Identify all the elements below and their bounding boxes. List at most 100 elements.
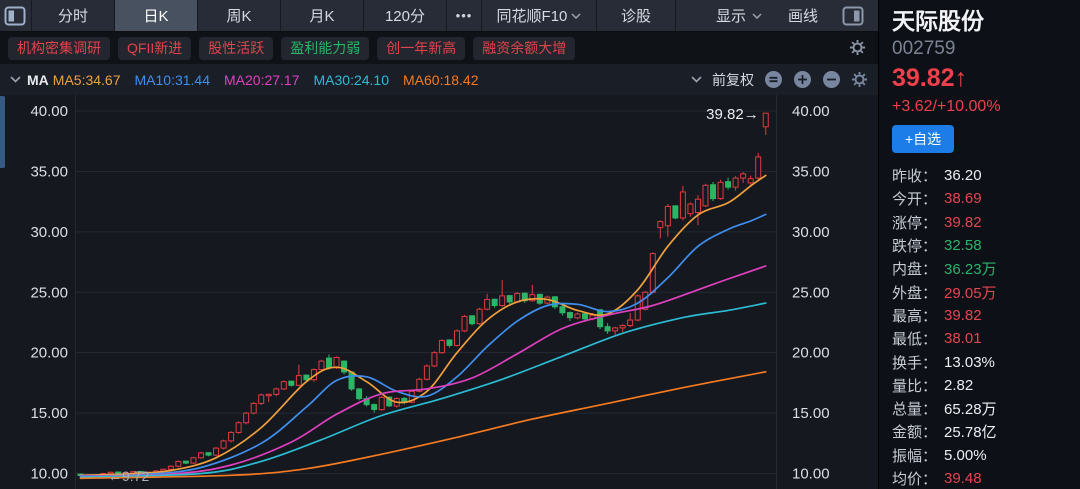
ma5-line bbox=[81, 175, 766, 475]
add-watchlist-button[interactable]: +自选 bbox=[892, 125, 954, 153]
tab-weekly-k[interactable]: 周K bbox=[197, 0, 280, 31]
stat-label: 涨停： bbox=[892, 212, 944, 233]
y-tick-left: 25.00 bbox=[30, 284, 68, 301]
stat-label: 外盘： bbox=[892, 282, 944, 303]
stat-zuigao: 最高：39.82 bbox=[892, 304, 1072, 327]
stat-label: 跌停： bbox=[892, 235, 944, 256]
kline-svg[interactable]: 40.0040.0035.0035.0030.0030.0025.0025.00… bbox=[0, 95, 878, 489]
indicator-row-right: 前复权 bbox=[691, 70, 868, 90]
stat-label: 最高： bbox=[892, 305, 944, 326]
ma30-legend: MA30:24.10 bbox=[314, 72, 390, 88]
tags-gear-icon[interactable] bbox=[849, 39, 866, 61]
stat-value: 5.00% bbox=[944, 447, 987, 464]
tab-minute[interactable]: 分时 bbox=[31, 0, 114, 31]
stat-junjia: 均价：39.48 bbox=[892, 467, 1072, 489]
stat-value: 39.82 bbox=[944, 307, 982, 324]
tab-more[interactable]: ••• bbox=[446, 0, 481, 31]
tab-daily-k[interactable]: 日K bbox=[114, 0, 197, 31]
y-tick-left: 20.00 bbox=[30, 345, 68, 362]
toolbar-display[interactable]: 显示 bbox=[716, 5, 762, 26]
toolbar-link-label: 画线 bbox=[788, 5, 818, 26]
tag-one-year-high[interactable]: 创一年新高 bbox=[377, 37, 465, 60]
zoom-in-circle-icon[interactable] bbox=[793, 70, 812, 89]
tab-monthly-k[interactable]: 月K bbox=[280, 0, 363, 31]
left-edge-accent bbox=[0, 96, 5, 168]
stat-label: 最低： bbox=[892, 328, 944, 349]
stat-label: 换手： bbox=[892, 352, 944, 373]
adjust-mode-dropdown[interactable]: 前复权 bbox=[712, 70, 754, 90]
stat-value: 32.58 bbox=[944, 237, 982, 254]
y-tick-left: 40.00 bbox=[30, 103, 68, 120]
tag-weak-profit[interactable]: 盈利能力弱 bbox=[281, 37, 369, 60]
stat-value: 38.01 bbox=[944, 330, 982, 347]
stat-zuoshou: 昨收：36.20 bbox=[892, 164, 1072, 187]
stat-label: 振幅： bbox=[892, 445, 944, 466]
stat-value: 39.48 bbox=[944, 470, 982, 487]
toolbar-right-group: 显示 画线 bbox=[675, 0, 878, 31]
tab-diagnose[interactable]: 诊股 bbox=[596, 0, 675, 31]
tag-institution-survey[interactable]: 机构密集调研 bbox=[8, 37, 110, 60]
tab-label: 日K bbox=[143, 5, 168, 26]
stock-code: 002759 bbox=[892, 36, 1080, 62]
tab-120min[interactable]: 120分 bbox=[363, 0, 446, 31]
stat-zhangting: 涨停：39.82 bbox=[892, 211, 1072, 234]
stat-waipan: 外盘：29.05万 bbox=[892, 280, 1072, 303]
stat-label: 均价： bbox=[892, 468, 944, 489]
y-tick-left: 10.00 bbox=[30, 466, 68, 483]
y-tick-right: 40.00 bbox=[792, 103, 830, 120]
toolbar-link-label: 显示 bbox=[716, 5, 746, 26]
toolbar-draw-line[interactable]: 画线 bbox=[788, 5, 818, 26]
zoom-out-circle-icon[interactable] bbox=[822, 70, 841, 89]
candlestick-chart[interactable]: 40.0040.0035.0035.0030.0030.0025.0025.00… bbox=[0, 95, 878, 489]
stat-value: 36.23万 bbox=[944, 258, 997, 279]
settings-gear-icon[interactable] bbox=[851, 71, 868, 88]
period-tabs: 分时 日K 周K月K120分 ••• 同花顺F10 诊股 bbox=[31, 0, 675, 31]
stat-zuidi: 最低：38.01 bbox=[892, 327, 1072, 350]
quote-panel: 天际股份 002759 39.82↑ +3.62/+10.00% +自选 昨收：… bbox=[878, 0, 1080, 489]
stat-value: 29.05万 bbox=[944, 282, 997, 303]
stat-value: 38.69 bbox=[944, 190, 982, 207]
panel-right-icon[interactable] bbox=[840, 6, 866, 26]
toolbar-links: 显示 画线 bbox=[716, 5, 818, 26]
low-price-annotation: ←9.72 bbox=[108, 468, 149, 484]
y-tick-right: 35.00 bbox=[792, 163, 830, 180]
chevron-down-icon[interactable] bbox=[10, 76, 21, 83]
tab-label: ••• bbox=[456, 8, 473, 23]
stock-name: 天际股份 bbox=[892, 6, 1080, 36]
up-arrow-icon: ↑ bbox=[955, 64, 968, 92]
y-tick-left: 35.00 bbox=[30, 163, 68, 180]
tab-label: 同花顺F10 bbox=[497, 5, 568, 26]
ma-title: MA bbox=[27, 72, 49, 88]
panel-left-icon[interactable] bbox=[0, 0, 31, 31]
tag-margin-balance-up[interactable]: 融资余额大增 bbox=[473, 37, 575, 60]
quote-stats-list: 昨收：36.20今开：38.69涨停：39.82跌停：32.58内盘：36.23… bbox=[892, 164, 1072, 489]
y-tick-right: 15.00 bbox=[792, 405, 830, 422]
stat-value: 65.28万 bbox=[944, 398, 997, 419]
stat-value: 36.20 bbox=[944, 167, 982, 184]
tag-active-stock[interactable]: 股性活跃 bbox=[199, 37, 273, 60]
stat-label: 金额： bbox=[892, 421, 944, 442]
indicator-row: MA MA5:34.67MA10:31.44MA20:27.17MA30:24.… bbox=[0, 64, 878, 95]
last-price: 39.82↑ bbox=[892, 62, 1080, 95]
y-tick-right: 10.00 bbox=[792, 466, 830, 483]
price-change: +3.62/+10.00% bbox=[892, 95, 1080, 118]
tag-pills: 机构密集调研 QFII新进股性活跃盈利能力弱创一年新高融资余额大增 bbox=[8, 37, 575, 60]
y-tick-right: 20.00 bbox=[792, 345, 830, 362]
stock-app-window: 分时 日K 周K月K120分 ••• 同花顺F10 诊股 显示 画线 机构密集调研 QFII新… bbox=[0, 0, 1080, 489]
y-tick-left: 30.00 bbox=[30, 224, 68, 241]
tag-qfii-new[interactable]: QFII新进 bbox=[118, 37, 191, 60]
tab-ths-f10[interactable]: 同花顺F10 bbox=[481, 0, 596, 31]
last-price-annotation: 39.82→ bbox=[706, 106, 759, 123]
stock-tags-row: 机构密集调研 QFII新进股性活跃盈利能力弱创一年新高融资余额大增 bbox=[0, 32, 878, 64]
ma10-legend: MA10:31.44 bbox=[135, 72, 211, 88]
stat-liangbi: 量比：2.82 bbox=[892, 374, 1072, 397]
tab-label: 诊股 bbox=[621, 5, 651, 26]
stat-jine: 金额：25.78亿 bbox=[892, 420, 1072, 443]
tab-label: 分时 bbox=[58, 5, 88, 26]
y-tick-left: 15.00 bbox=[30, 405, 68, 422]
stat-value: 2.82 bbox=[944, 377, 973, 394]
y-tick-right: 25.00 bbox=[792, 284, 830, 301]
chevron-down-icon bbox=[691, 76, 702, 83]
stat-label: 量比： bbox=[892, 375, 944, 396]
stats-circle-icon[interactable] bbox=[764, 70, 783, 89]
